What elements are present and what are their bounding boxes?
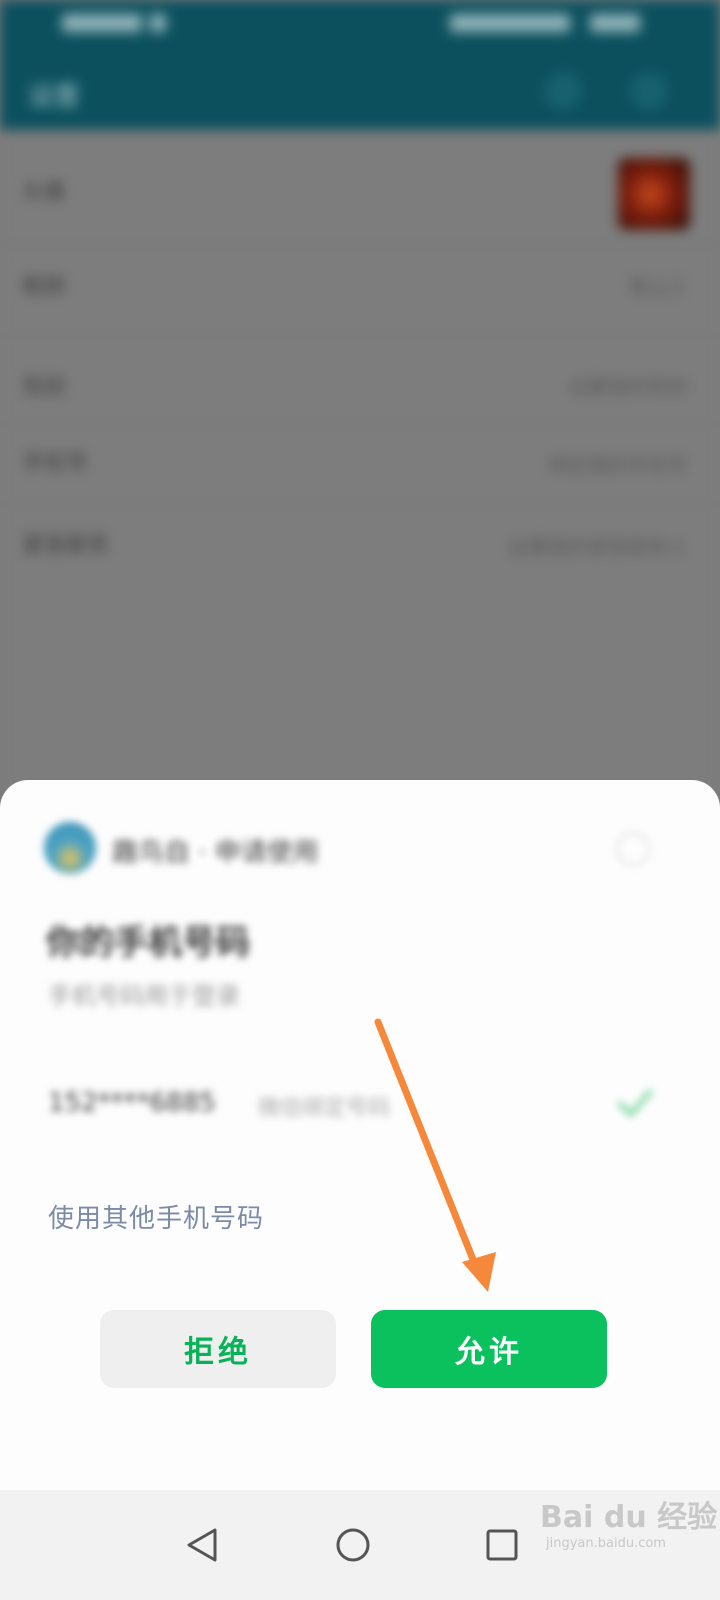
phone-note: 微信绑定号码	[258, 1096, 391, 1121]
row-label: 手机号	[22, 451, 89, 476]
recents-icon[interactable]	[467, 1510, 537, 1580]
signal-icon	[62, 14, 142, 32]
battery-icon	[590, 14, 640, 32]
settings-row-avatar[interactable]: 头像	[0, 130, 720, 245]
settings-row-phone[interactable]: 手机号 绑定我的手机号	[0, 425, 720, 505]
avatar	[618, 158, 690, 230]
row-label: 昵称	[22, 275, 67, 300]
row-label: 性别	[22, 375, 67, 400]
page-title: 设置	[28, 82, 81, 112]
phone-number[interactable]: 152****6885	[48, 1088, 216, 1118]
settings-list: 头像 昵称 青山三 性别 设置我的性别 手机号 绑定我的手机号 紧急联系 设置我…	[0, 130, 720, 800]
status-bar	[0, 0, 720, 50]
row-label: 紧急联系	[22, 533, 111, 558]
home-icon[interactable]	[318, 1510, 388, 1580]
deny-button[interactable]: 拒绝	[100, 1310, 336, 1388]
app-name: 趣鸟自 · 申请使用	[112, 838, 319, 868]
background-app: 设置 头像 昵称 青山三 性别 设置我的性别 手机号 绑定我的手机号 紧急联系 …	[0, 0, 720, 800]
back-icon[interactable]	[167, 1510, 237, 1580]
status-icons	[450, 14, 570, 32]
row-value: 设置我的紧急联系人	[508, 535, 688, 559]
row-value: 绑定我的手机号	[548, 453, 688, 477]
row-label: 头像	[22, 180, 67, 205]
use-other-phone-link[interactable]: 使用其他手机号码	[48, 1198, 264, 1235]
settings-row-emergency[interactable]: 紧急联系 设置我的紧急联系人	[0, 505, 720, 585]
phone-permission-sheet: 趣鸟自 · 申请使用 你的手机号码 手机号码用于登录 152****6885 微…	[0, 780, 720, 1520]
wifi-icon	[150, 14, 166, 32]
mini-program-icon	[44, 822, 96, 874]
more-icon[interactable]	[544, 72, 582, 110]
target-icon[interactable]	[630, 72, 668, 110]
sheet-subtitle: 手机号码用于登录	[48, 982, 240, 1010]
row-value: 青山三	[628, 275, 688, 299]
row-value: 设置我的性别	[568, 375, 688, 399]
allow-button[interactable]: 允许	[371, 1310, 607, 1388]
settings-row-gender[interactable]: 性别 设置我的性别	[0, 335, 720, 425]
settings-row-nickname[interactable]: 昵称 青山三	[0, 245, 720, 335]
app-header: 设置	[0, 50, 720, 130]
baidu-jingyan-watermark: Bai du 经验 jingyan.baidu.com	[540, 1492, 717, 1551]
sheet-title: 你的手机号码	[46, 923, 250, 963]
check-icon	[617, 1089, 653, 1118]
watermark-logo: Bai du 经验	[540, 1500, 718, 1535]
watermark-url: jingyan.baidu.com	[546, 1536, 666, 1551]
info-icon[interactable]	[616, 832, 650, 866]
